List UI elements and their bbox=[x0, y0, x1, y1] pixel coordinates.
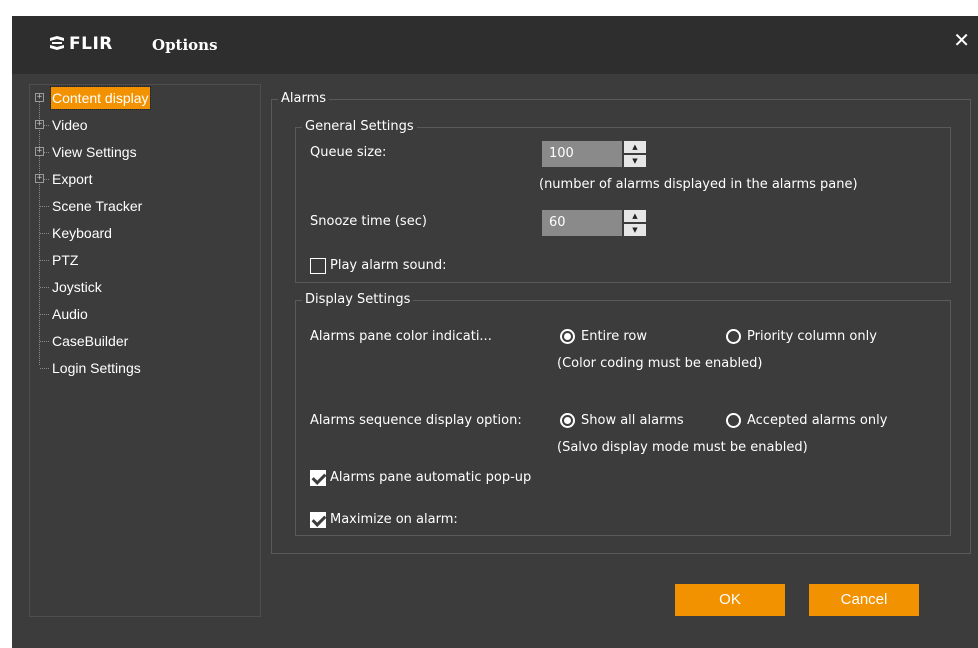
tree-item-label[interactable]: PTZ bbox=[52, 249, 78, 271]
general-settings-title: General Settings bbox=[302, 119, 417, 135]
snooze-time-label: Snooze time (sec) bbox=[310, 214, 427, 229]
close-icon: ✕ bbox=[953, 28, 970, 52]
tree-connector bbox=[44, 152, 49, 153]
tree-item-label[interactable]: Login Settings bbox=[52, 357, 141, 379]
expand-icon[interactable]: + bbox=[35, 174, 44, 183]
expand-icon[interactable]: + bbox=[35, 147, 44, 156]
tree-item-label[interactable]: Export bbox=[52, 168, 92, 190]
tree-connector bbox=[44, 179, 49, 180]
queue-size-label: Queue size: bbox=[310, 145, 387, 160]
flir-logo: FLIR bbox=[48, 34, 113, 54]
tree-connector bbox=[44, 125, 49, 126]
brand-name: FLIR bbox=[69, 34, 113, 54]
tree-item-label[interactable]: CaseBuilder bbox=[52, 330, 128, 352]
display-settings-title: Display Settings bbox=[302, 292, 414, 308]
queue-size-hint: (number of alarms displayed in the alarm… bbox=[539, 177, 858, 192]
snooze-time-input[interactable]: 60 bbox=[542, 210, 622, 236]
maximize-on-alarm-label[interactable]: Maximize on alarm: bbox=[330, 511, 458, 529]
play-alarm-sound-checkbox[interactable] bbox=[310, 258, 326, 274]
entire-row-label[interactable]: Entire row bbox=[581, 328, 647, 346]
salvo-mode-hint: (Salvo display mode must be enabled) bbox=[557, 440, 808, 455]
queue-size-input[interactable]: 100 bbox=[542, 141, 622, 167]
tree-item-label[interactable]: View Settings bbox=[52, 141, 137, 163]
priority-column-label[interactable]: Priority column only bbox=[747, 328, 877, 346]
tree-item-label[interactable]: Scene Tracker bbox=[52, 195, 142, 217]
accepted-alarms-label[interactable]: Accepted alarms only bbox=[747, 412, 887, 430]
spin-up-icon[interactable]: ▲ bbox=[624, 210, 646, 222]
ok-button[interactable]: OK bbox=[675, 584, 785, 616]
alarms-group-title: Alarms bbox=[278, 91, 330, 107]
priority-column-radio[interactable] bbox=[726, 329, 741, 344]
auto-popup-label[interactable]: Alarms pane automatic pop-up bbox=[330, 469, 531, 487]
sequence-display-label: Alarms sequence display option: bbox=[310, 413, 522, 428]
tree-item-label[interactable]: Video bbox=[52, 114, 88, 136]
tree-connector bbox=[40, 287, 49, 288]
tree-connector bbox=[40, 314, 49, 315]
show-all-alarms-radio[interactable] bbox=[560, 413, 575, 428]
tree-guide-line bbox=[39, 93, 40, 365]
expand-icon[interactable]: + bbox=[35, 93, 44, 102]
auto-popup-checkbox[interactable] bbox=[310, 470, 326, 486]
expand-icon[interactable]: + bbox=[35, 120, 44, 129]
spin-up-icon[interactable]: ▲ bbox=[624, 141, 646, 153]
spin-down-icon[interactable]: ▼ bbox=[624, 224, 646, 236]
options-dialog: FLIR Options ✕ + Content display + Video… bbox=[12, 16, 978, 648]
options-tree: + Content display + Video + View Setting… bbox=[29, 84, 261, 617]
accepted-alarms-radio[interactable] bbox=[726, 413, 741, 428]
color-indication-label: Alarms pane color indicati... bbox=[310, 329, 492, 344]
flir-logo-icon bbox=[50, 36, 64, 50]
maximize-on-alarm-checkbox[interactable] bbox=[310, 512, 326, 528]
window-title: Options bbox=[152, 36, 218, 54]
spin-down-icon[interactable]: ▼ bbox=[624, 155, 646, 167]
tree-item-label[interactable]: Keyboard bbox=[52, 222, 112, 244]
title-bar: FLIR Options ✕ bbox=[12, 16, 978, 74]
tree-connector bbox=[40, 368, 49, 369]
close-button[interactable]: ✕ bbox=[953, 28, 970, 52]
tree-connector bbox=[40, 260, 49, 261]
tree-item-label[interactable]: Content display bbox=[50, 86, 151, 110]
play-alarm-sound-label[interactable]: Play alarm sound: bbox=[330, 257, 447, 275]
tree-item-label[interactable]: Audio bbox=[52, 303, 88, 325]
tree-connector bbox=[40, 233, 49, 234]
color-coding-hint: (Color coding must be enabled) bbox=[557, 356, 763, 371]
tree-connector bbox=[40, 341, 49, 342]
snooze-time-stepper[interactable]: 60 ▲ ▼ bbox=[542, 210, 646, 236]
entire-row-radio[interactable] bbox=[560, 329, 575, 344]
cancel-button[interactable]: Cancel bbox=[809, 584, 919, 616]
queue-size-stepper[interactable]: 100 ▲ ▼ bbox=[542, 141, 646, 167]
tree-item-label[interactable]: Joystick bbox=[52, 276, 102, 298]
show-all-alarms-label[interactable]: Show all alarms bbox=[581, 412, 684, 430]
tree-connector bbox=[40, 206, 49, 207]
